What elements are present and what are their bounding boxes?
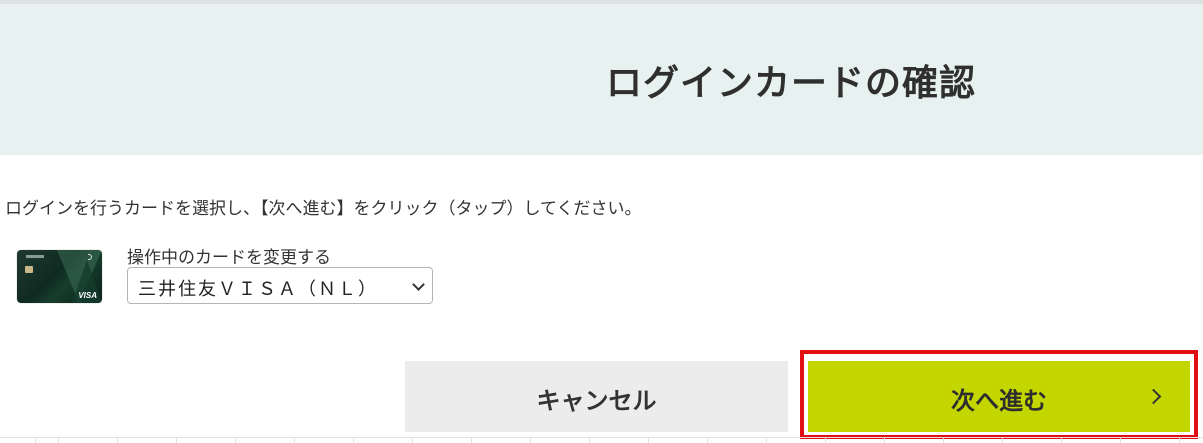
visa-logo: VISA [78, 291, 97, 300]
next-button[interactable]: 次へ進む [808, 361, 1190, 432]
card-issuer-logo [26, 255, 44, 258]
card-select-value: 三井住友ＶＩＳＡ（ＮＬ） [138, 279, 378, 300]
chevron-down-icon [412, 278, 425, 291]
page-title: ログインカードの確認 [606, 63, 977, 104]
card-select-label: 操作中のカードを変更する [127, 248, 331, 268]
page-header: ログインカードの確認 [0, 4, 1203, 155]
cancel-button-label: キャンセル [536, 387, 657, 415]
instruction-text: ログインを行うカードを選択し、【次へ進む】をクリック（タップ）してください。 [5, 199, 642, 219]
credit-card-image: VISA [17, 250, 102, 303]
card-chip-icon [25, 266, 33, 273]
card-select-dropdown[interactable]: 三井住友ＶＩＳＡ（ＮＬ） [127, 267, 433, 304]
cancel-button[interactable]: キャンセル [405, 361, 788, 432]
next-button-label: 次へ進む [951, 387, 1047, 415]
bottom-divider [0, 437, 1203, 443]
